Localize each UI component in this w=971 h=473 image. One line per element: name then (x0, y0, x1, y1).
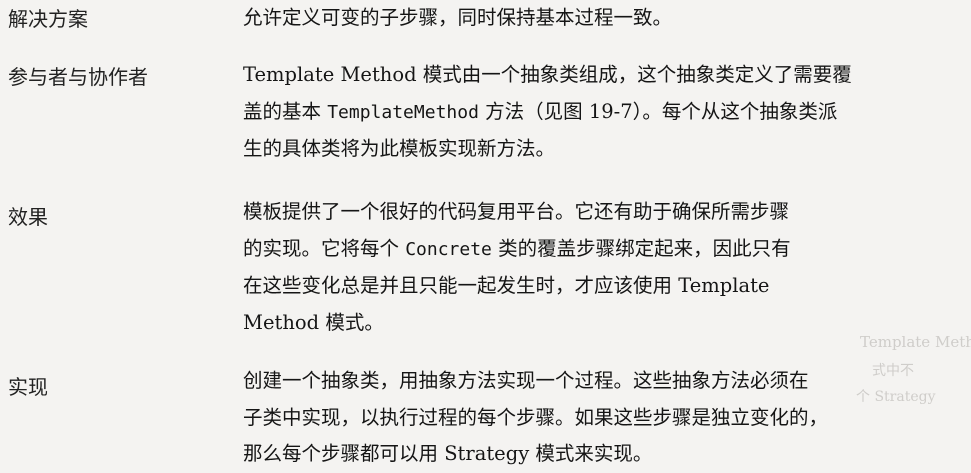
body-line: 盖的基本 TemplateMethod 方法（见图 19-7）。每个从这个抽象类… (243, 99, 838, 123)
body-line: 生的具体类将为此模板实现新方法。 (243, 137, 556, 160)
body-line: Method 模式。 (243, 310, 384, 334)
row-body-consequences: 模板提供了一个很好的代码复用平台。它还有助于确保所需步骤 的实现。它将每个 Co… (243, 194, 955, 341)
body-line: 在这些变化总是并且只能一起发生时，才应该使用 Template (243, 274, 770, 297)
row-label-solution: 解决方案 (8, 7, 88, 31)
body-line: 子类中实现，以执行过程的每个步骤。如果这些步骤是独立变化的， (243, 405, 829, 429)
body-line: 创建一个抽象类，用抽象方法实现一个过程。这些抽象方法必须在 (243, 369, 809, 392)
row-label-implementation: 实现 (8, 375, 48, 399)
body-line: 允许定义可变的子步骤，同时保持基本过程一致。 (243, 6, 673, 29)
row-label-participants: 参与者与协作者 (8, 65, 148, 89)
row-body-solution: 允许定义可变的子步骤，同时保持基本过程一致。 (243, 0, 955, 37)
row-body-participants: Template Method 模式由一个抽象类组成，这个抽象类定义了需要覆 盖… (243, 57, 955, 168)
body-line: 的实现。它将每个 Concrete 类的覆盖步骤绑定起来，因此只有 (243, 236, 791, 260)
row-label-consequences: 效果 (8, 205, 48, 229)
body-line: Template Method 模式由一个抽象类组成，这个抽象类定义了需要覆 (243, 63, 852, 86)
code-term: TemplateMethod (327, 101, 479, 123)
body-line: 那么每个步骤都可以用 Strategy 模式来实现。 (243, 442, 653, 465)
body-line: 模板提供了一个很好的代码复用平台。它还有助于确保所需步骤 (243, 200, 790, 223)
code-term: Concrete (405, 238, 492, 260)
row-body-implementation: 创建一个抽象类，用抽象方法实现一个过程。这些抽象方法必须在 子类中实现，以执行过… (243, 363, 955, 473)
